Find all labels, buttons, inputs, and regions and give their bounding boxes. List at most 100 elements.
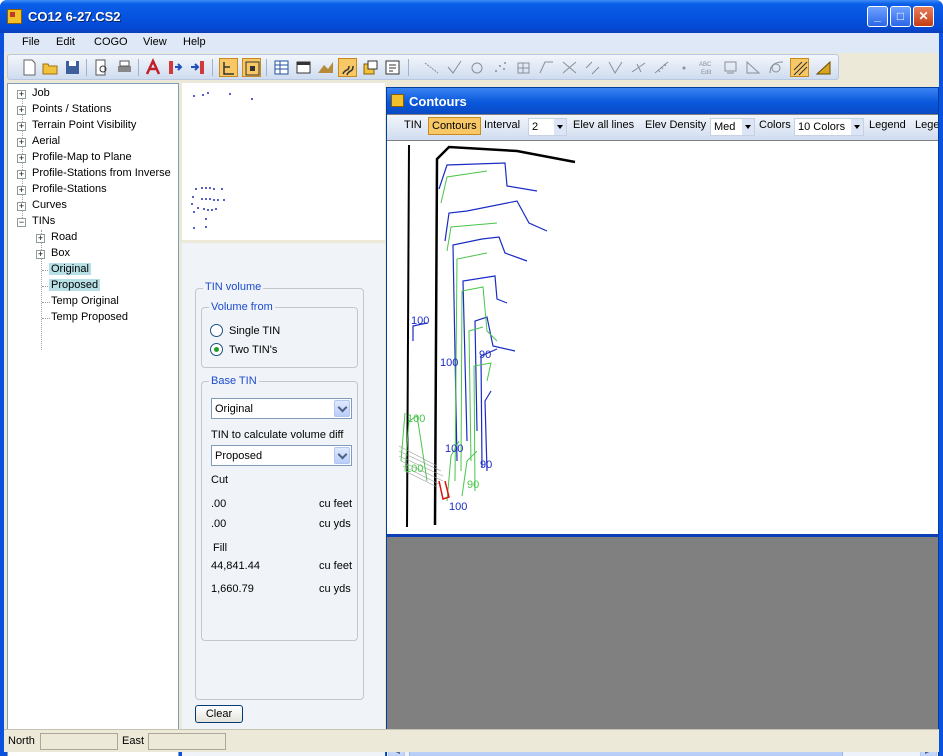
contours-title-bar[interactable]: Contours xyxy=(387,88,938,114)
bearing-icon[interactable] xyxy=(606,58,625,77)
chevron-down-icon[interactable] xyxy=(554,119,566,135)
expand-icon[interactable]: + xyxy=(17,106,26,115)
expand-icon[interactable]: + xyxy=(17,186,26,195)
table-icon[interactable] xyxy=(272,58,291,77)
import-icon[interactable] xyxy=(166,58,185,77)
angle-icon[interactable] xyxy=(744,58,763,77)
tree-view-icon[interactable] xyxy=(219,58,238,77)
collapse-icon[interactable]: − xyxy=(17,218,26,227)
save-icon[interactable] xyxy=(63,58,82,77)
two-tins-radio[interactable] xyxy=(210,343,223,356)
maximize-button[interactable]: □ xyxy=(890,6,911,27)
tree-item-profile-stations[interactable]: + Profile-Stations xyxy=(8,182,178,198)
text-style-icon[interactable] xyxy=(144,58,163,77)
intersect-icon[interactable] xyxy=(560,58,579,77)
tree-item-box[interactable]: + Box xyxy=(8,246,178,262)
expand-icon[interactable]: + xyxy=(17,170,26,179)
menu-view[interactable]: View xyxy=(143,36,167,48)
tree-item-job[interactable]: + Job xyxy=(8,86,178,102)
expand-icon[interactable]: + xyxy=(17,122,26,131)
legend-button[interactable]: Legend xyxy=(869,119,906,131)
expand-icon[interactable]: + xyxy=(17,90,26,99)
expand-icon[interactable]: + xyxy=(17,154,26,163)
clear-button[interactable]: Clear xyxy=(195,705,243,723)
tin-button[interactable]: TIN xyxy=(404,119,422,131)
volume-icon[interactable] xyxy=(361,58,380,77)
tree-item-curves[interactable]: + Curves xyxy=(8,198,178,214)
edit-text-icon[interactable]: ABC Edit xyxy=(698,58,717,77)
report-icon[interactable] xyxy=(383,58,402,77)
perpendicular-icon[interactable] xyxy=(629,58,648,77)
curve-fit-icon[interactable] xyxy=(767,58,786,77)
dot-icon[interactable] xyxy=(675,58,694,77)
single-tin-label[interactable]: Single TIN xyxy=(229,325,280,337)
menu-help[interactable]: Help xyxy=(183,36,206,48)
tree-item-points-stations[interactable]: + Points / Stations xyxy=(8,102,178,118)
menu-file[interactable]: File xyxy=(22,36,40,48)
interval-select[interactable]: 2 xyxy=(528,118,567,136)
toolbar-separator xyxy=(266,59,267,76)
contour-label: 100 xyxy=(449,501,468,513)
single-tin-radio[interactable] xyxy=(210,324,223,337)
legend-button-overflow[interactable]: Lege xyxy=(915,119,938,131)
draw-line-icon[interactable] xyxy=(422,58,441,77)
expand-icon[interactable]: + xyxy=(36,250,45,259)
client-area: File Edit COGO View Help ABC Edit + Job … xyxy=(4,33,939,756)
tin-preview[interactable] xyxy=(182,83,385,240)
measure-icon[interactable] xyxy=(652,58,671,77)
draw-circle-icon[interactable] xyxy=(468,58,487,77)
elev-density-select[interactable]: Med xyxy=(710,118,755,136)
contour-label: 100 xyxy=(411,315,430,327)
print-icon[interactable] xyxy=(115,58,134,77)
expand-icon[interactable]: + xyxy=(17,138,26,147)
draw-polyline-icon[interactable] xyxy=(445,58,464,77)
minimize-button[interactable]: _ xyxy=(867,6,888,27)
hatch-icon[interactable] xyxy=(790,58,809,77)
tree-item-tins[interactable]: − TINs xyxy=(8,214,178,230)
fill-yds-unit: cu yds xyxy=(319,583,351,595)
tree-item-terrain-visibility[interactable]: + Terrain Point Visibility xyxy=(8,118,178,134)
zoom-extents-icon[interactable] xyxy=(242,58,261,77)
contour-map-canvas[interactable]: 100 100 90 100 100 90 90 100 100 xyxy=(387,141,938,537)
chevron-down-icon[interactable] xyxy=(334,447,350,464)
menu-cogo[interactable]: COGO xyxy=(94,36,128,48)
window-icon[interactable] xyxy=(294,58,313,77)
colors-select[interactable]: 10 Colors xyxy=(794,118,864,136)
tree-item-temp-proposed[interactable]: Temp Proposed xyxy=(8,310,178,326)
base-tin-select[interactable]: Original xyxy=(211,398,352,419)
tin-volume-panel: TIN volume Volume from Single TIN Two TI… xyxy=(182,240,385,756)
two-tins-label[interactable]: Two TIN's xyxy=(229,344,277,356)
new-file-icon[interactable] xyxy=(20,58,39,77)
chevron-down-icon[interactable] xyxy=(742,119,754,135)
expand-icon[interactable]: + xyxy=(17,202,26,211)
chevron-down-icon[interactable] xyxy=(851,119,863,135)
open-folder-icon[interactable] xyxy=(41,58,60,77)
export-icon[interactable] xyxy=(188,58,207,77)
symbol-icon[interactable] xyxy=(721,58,740,77)
tree-item-aerial[interactable]: + Aerial xyxy=(8,134,178,150)
contours-icon[interactable] xyxy=(338,58,357,77)
tree-item-profile-map[interactable]: + Profile-Map to Plane xyxy=(8,150,178,166)
close-button[interactable]: ✕ xyxy=(913,6,934,27)
contour-label: 90 xyxy=(480,459,493,471)
title-bar[interactable]: CO12 6-27.CS2 _ □ ✕ xyxy=(0,0,943,33)
tree-item-profile-inverse[interactable]: + Profile-Stations from Inverse xyxy=(8,166,178,182)
grid-icon[interactable] xyxy=(514,58,533,77)
elev-all-lines-button[interactable]: Elev all lines xyxy=(573,119,634,131)
arc-icon[interactable] xyxy=(537,58,556,77)
tree-item-proposed[interactable]: Proposed xyxy=(8,278,178,294)
tree-item-road[interactable]: + Road xyxy=(8,230,178,246)
menu-edit[interactable]: Edit xyxy=(56,36,75,48)
print-preview-icon[interactable] xyxy=(92,58,111,77)
contour-label: 100 xyxy=(445,443,464,455)
diff-tin-select[interactable]: Proposed xyxy=(211,445,352,466)
contours-button[interactable]: Contours xyxy=(428,117,481,135)
profile-icon[interactable] xyxy=(316,58,335,77)
slope-icon[interactable] xyxy=(814,58,833,77)
tree-item-original[interactable]: Original xyxy=(8,262,178,278)
chevron-down-icon[interactable] xyxy=(334,400,350,417)
points-icon[interactable] xyxy=(491,58,510,77)
expand-icon[interactable]: + xyxy=(36,234,45,243)
tree-item-temp-original[interactable]: Temp Original xyxy=(8,294,178,310)
offset-icon[interactable] xyxy=(583,58,602,77)
